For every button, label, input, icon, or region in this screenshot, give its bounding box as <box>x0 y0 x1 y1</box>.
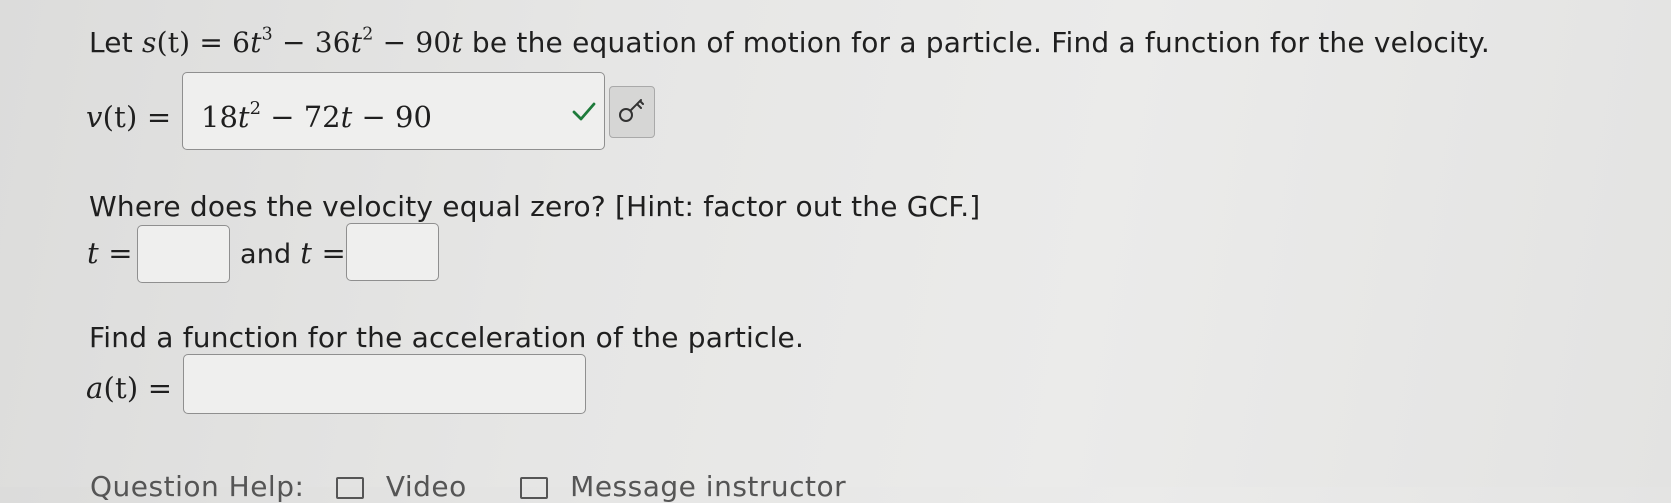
t-label-2: and t = <box>240 236 346 270</box>
video-icon <box>335 477 364 499</box>
acceleration-answer-field[interactable] <box>183 354 586 414</box>
question-3-text: Find a function for the acceleration of … <box>89 321 805 354</box>
question-2-text: Where does the velocity equal zero? [Hin… <box>89 190 981 223</box>
check-icon <box>572 102 596 121</box>
acceleration-label: a(t) = <box>86 371 173 405</box>
velocity-answer-value: 18t2 − 72t − 90 <box>201 98 432 134</box>
key-button[interactable] <box>609 86 655 138</box>
velocity-answer-field[interactable]: 18t2 − 72t − 90 <box>182 72 605 150</box>
t-answer-field-2[interactable] <box>346 223 439 281</box>
t-answer-field-1[interactable] <box>137 225 230 283</box>
message-icon <box>520 477 549 499</box>
t-label-1: t = <box>87 236 133 270</box>
key-icon <box>619 99 644 122</box>
velocity-label: v(t) = <box>86 100 172 134</box>
question-1-text: Let s(t) = 6t3 − 36t2 − 90t be the equat… <box>89 24 1491 59</box>
